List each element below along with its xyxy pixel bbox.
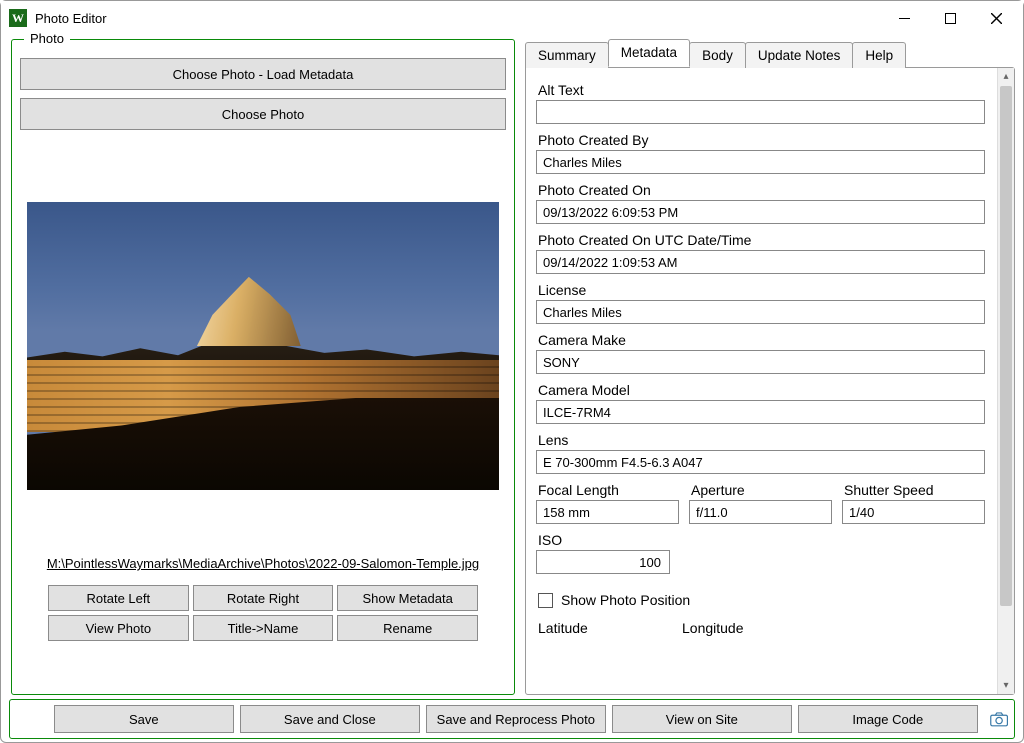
alt-text-label: Alt Text	[538, 82, 985, 98]
photo-preview	[27, 202, 499, 490]
camera-model-label: Camera Model	[538, 382, 985, 398]
rotate-left-button[interactable]: Rotate Left	[48, 585, 189, 611]
tab-help[interactable]: Help	[852, 42, 906, 68]
iso-label: ISO	[538, 532, 985, 548]
show-photo-position-checkbox[interactable]	[538, 593, 553, 608]
license-input[interactable]	[536, 300, 985, 324]
focal-length-input[interactable]	[536, 500, 679, 524]
app-icon: W	[9, 9, 27, 27]
tab-summary[interactable]: Summary	[525, 42, 609, 68]
focal-length-label: Focal Length	[538, 482, 679, 498]
vertical-scrollbar[interactable]: ▴ ▾	[997, 68, 1014, 694]
save-and-reprocess-button[interactable]: Save and Reprocess Photo	[426, 705, 606, 733]
window-title: Photo Editor	[35, 11, 107, 26]
created-on-input[interactable]	[536, 200, 985, 224]
alt-text-input[interactable]	[536, 100, 985, 124]
show-photo-position-label: Show Photo Position	[561, 592, 690, 608]
minimize-button[interactable]	[881, 3, 927, 33]
latitude-label: Latitude	[538, 620, 670, 636]
iso-input[interactable]	[536, 550, 670, 574]
footer-bar: Save Save and Close Save and Reprocess P…	[9, 699, 1015, 739]
save-and-close-button[interactable]: Save and Close	[240, 705, 420, 733]
scroll-thumb[interactable]	[1000, 86, 1012, 606]
lens-label: Lens	[538, 432, 985, 448]
created-on-label: Photo Created On	[538, 182, 985, 198]
title-to-name-button[interactable]: Title->Name	[193, 615, 334, 641]
shutter-speed-input[interactable]	[842, 500, 985, 524]
maximize-button[interactable]	[927, 3, 973, 33]
created-by-input[interactable]	[536, 150, 985, 174]
view-photo-button[interactable]: View Photo	[48, 615, 189, 641]
choose-photo-load-metadata-button[interactable]: Choose Photo - Load Metadata	[20, 58, 506, 90]
title-bar: W Photo Editor	[1, 1, 1023, 35]
photo-group-legend: Photo	[24, 31, 70, 46]
rename-button[interactable]: Rename	[337, 615, 478, 641]
created-on-utc-input[interactable]	[536, 250, 985, 274]
choose-photo-button[interactable]: Choose Photo	[20, 98, 506, 130]
scroll-down-icon[interactable]: ▾	[998, 677, 1014, 694]
close-button[interactable]	[973, 3, 1019, 33]
tab-metadata[interactable]: Metadata	[608, 39, 690, 67]
tab-body[interactable]: Body	[689, 42, 746, 68]
camera-make-label: Camera Make	[538, 332, 985, 348]
aperture-label: Aperture	[691, 482, 832, 498]
created-on-utc-label: Photo Created On UTC Date/Time	[538, 232, 985, 248]
view-on-site-button[interactable]: View on Site	[612, 705, 792, 733]
scroll-up-icon[interactable]: ▴	[998, 68, 1014, 85]
photo-file-path[interactable]: M:\PointlessWaymarks\MediaArchive\Photos…	[20, 556, 506, 571]
camera-icon[interactable]	[990, 709, 1008, 729]
license-label: License	[538, 282, 985, 298]
longitude-label: Longitude	[682, 620, 814, 636]
camera-model-input[interactable]	[536, 400, 985, 424]
tab-update-notes[interactable]: Update Notes	[745, 42, 854, 68]
created-by-label: Photo Created By	[538, 132, 985, 148]
shutter-speed-label: Shutter Speed	[844, 482, 985, 498]
save-button[interactable]: Save	[54, 705, 234, 733]
image-code-button[interactable]: Image Code	[798, 705, 978, 733]
photo-group: Photo Choose Photo - Load Metadata Choos…	[11, 39, 515, 695]
camera-make-input[interactable]	[536, 350, 985, 374]
show-metadata-button[interactable]: Show Metadata	[337, 585, 478, 611]
tab-strip: Summary Metadata Body Update Notes Help	[525, 39, 1015, 67]
metadata-panel: Alt Text Photo Created By Photo Created …	[525, 67, 1015, 695]
rotate-right-button[interactable]: Rotate Right	[193, 585, 334, 611]
lens-input[interactable]	[536, 450, 985, 474]
aperture-input[interactable]	[689, 500, 832, 524]
